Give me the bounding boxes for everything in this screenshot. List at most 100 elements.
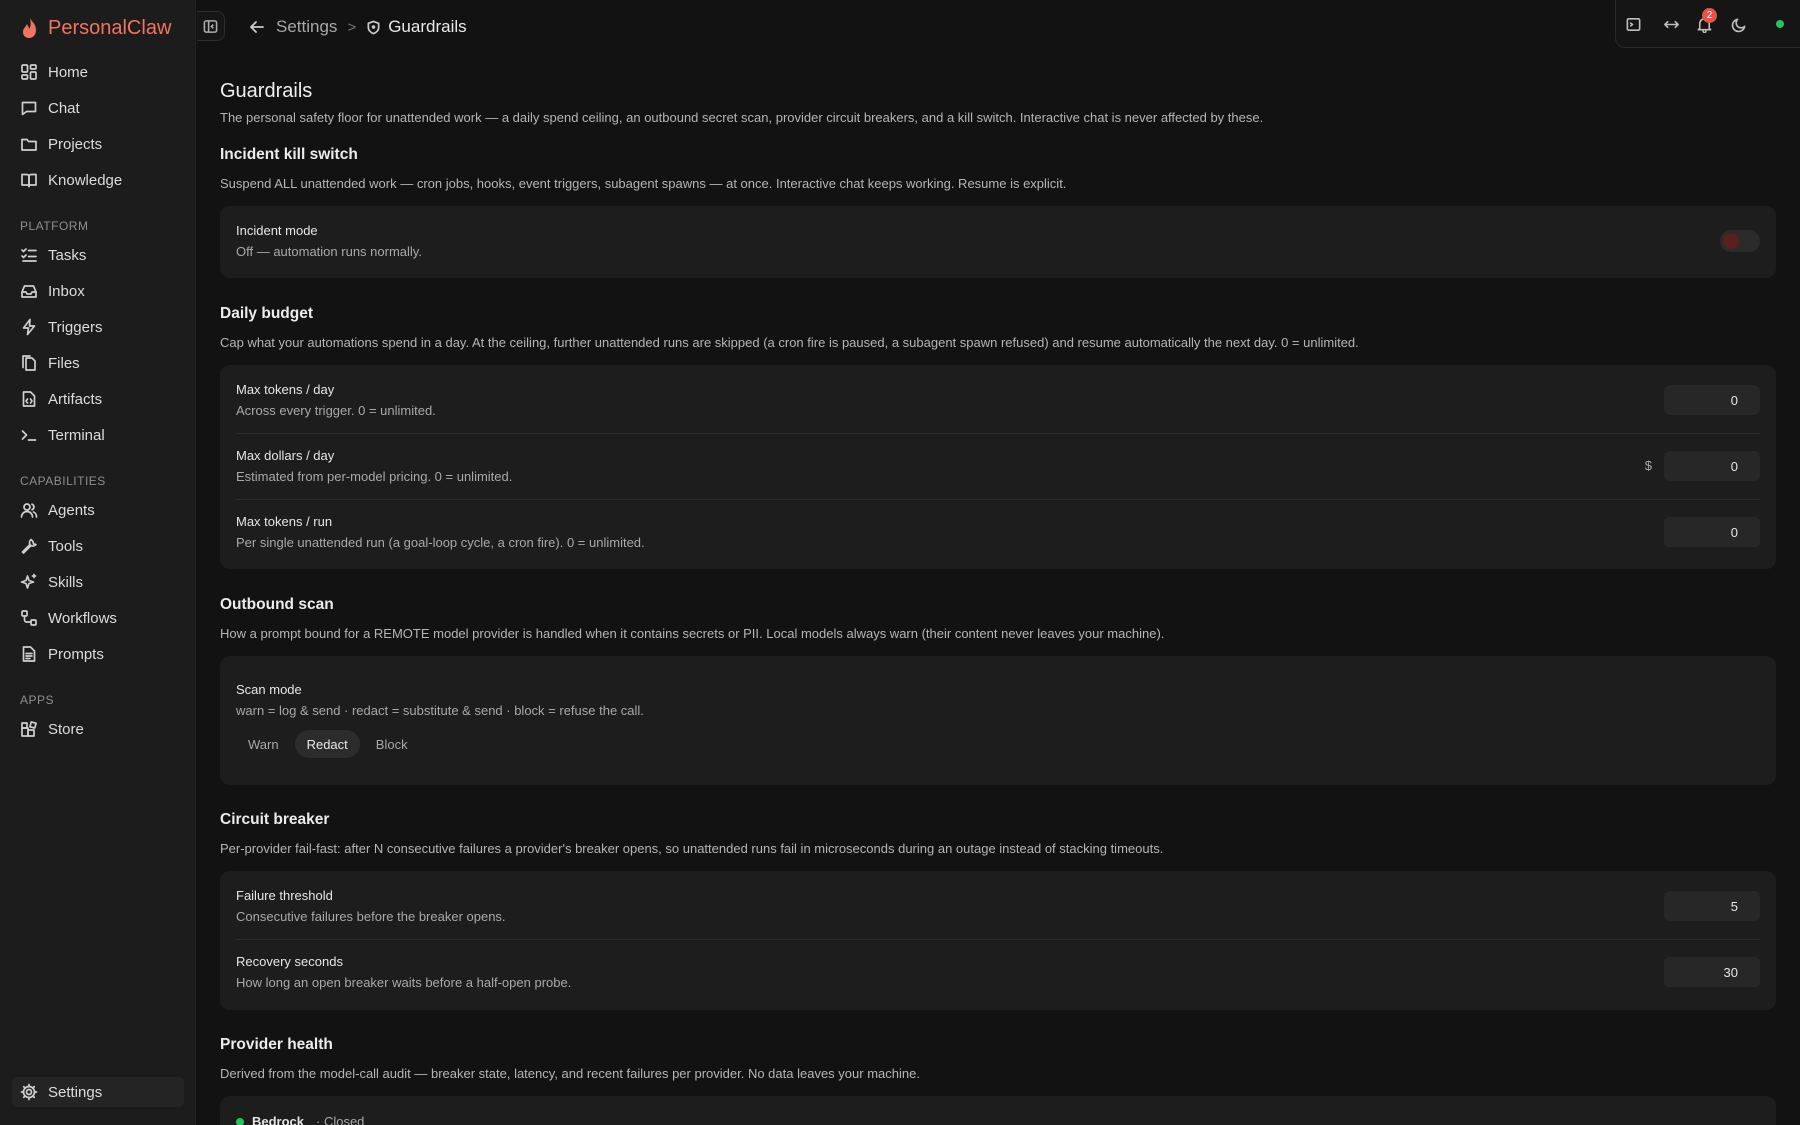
horizontal-arrows-icon <box>1663 20 1679 28</box>
sidebar-item-home[interactable]: Home <box>12 57 184 87</box>
breadcrumb-current: Guardrails <box>366 17 467 37</box>
failure-threshold-label: Failure threshold <box>236 888 333 903</box>
section-title-breaker: Circuit breaker <box>220 811 330 828</box>
theme-toggle-button[interactable] <box>1729 14 1749 34</box>
section-title-kill-switch: Incident kill switch <box>220 146 358 163</box>
provider-state: · Closed <box>316 1114 365 1125</box>
moon-icon <box>1731 18 1745 32</box>
sidebar-item-agents[interactable]: Agents <box>12 495 184 525</box>
sidebar-item-artifacts[interactable]: Artifacts <box>12 384 184 414</box>
recovery-seconds-input[interactable]: 30 <box>1664 957 1760 987</box>
toggle-knob <box>1723 233 1739 249</box>
gear-icon <box>20 1083 38 1101</box>
sidebar-item-label: Settings <box>48 1083 103 1101</box>
dollar-prefix: $ <box>1644 458 1652 473</box>
page-description: The personal safety floor for unattended… <box>220 110 1264 125</box>
sidebar-item-tasks[interactable]: Tasks <box>12 240 184 270</box>
incident-mode-toggle[interactable] <box>1720 230 1760 252</box>
row-divider <box>236 433 1760 434</box>
max-tokens-run-input[interactable]: 0 <box>1664 517 1760 547</box>
collapse-sidebar-button[interactable] <box>197 11 225 41</box>
sidebar-item-prompts[interactable]: Prompts <box>12 639 184 669</box>
sidebar-item-label: Tools <box>48 537 84 555</box>
sidebar-item-label: Workflows <box>48 609 117 627</box>
scan-mode-redact[interactable]: Redact <box>294 730 360 758</box>
sidebar-item-label: Skills <box>48 573 84 591</box>
users-icon <box>20 503 38 518</box>
page-title: Guardrails <box>220 80 313 102</box>
scan-mode-hint: warn = log & send · redact = substitute … <box>236 703 644 718</box>
section-desc-breaker: Per-provider fail-fast: after N consecut… <box>220 841 1164 856</box>
max-tokens-day-hint: Across every trigger. 0 = unlimited. <box>236 403 436 418</box>
sidebar-item-skills[interactable]: Skills <box>12 567 184 597</box>
artifact-icon <box>22 391 36 407</box>
sidebar-item-label: Triggers <box>48 318 103 336</box>
store-icon <box>21 721 37 737</box>
back-arrow-icon[interactable] <box>248 18 266 36</box>
section-title-budget: Daily budget <box>220 305 314 322</box>
sidebar-item-label: Agents <box>48 501 95 519</box>
row-divider <box>236 499 1760 500</box>
sidebar-collapse-icon <box>203 19 218 33</box>
provider-status-dot <box>236 1118 244 1125</box>
max-dollars-day-input[interactable]: 0 <box>1664 451 1760 481</box>
failure-threshold-input[interactable]: 5 <box>1664 891 1760 921</box>
book-icon <box>21 173 37 188</box>
chat-icon <box>21 101 37 116</box>
section-desc-budget: Cap what your automations spend in a day… <box>220 335 1359 350</box>
flame-logo-icon <box>23 18 36 38</box>
expand-width-button[interactable] <box>1661 14 1681 34</box>
sidebar-item-workflows[interactable]: Workflows <box>12 603 184 633</box>
terminal-panel-button[interactable] <box>1623 14 1643 34</box>
sidebar: PersonalClaw Home Chat Projects Knowledg… <box>0 0 196 1125</box>
sidebar-item-files[interactable]: Files <box>12 348 184 378</box>
max-dollars-day-hint: Estimated from per-model pricing. 0 = un… <box>236 469 513 484</box>
max-dollars-day-label: Max dollars / day <box>236 448 335 463</box>
shield-icon <box>367 20 380 34</box>
notification-count-badge: 2 <box>1702 8 1717 23</box>
section-title-outbound: Outbound scan <box>220 596 334 613</box>
sidebar-item-label: Tasks <box>48 246 87 264</box>
sidebar-item-label: Projects <box>48 135 103 153</box>
section-desc-kill-switch: Suspend ALL unattended work — cron jobs,… <box>220 176 1067 191</box>
max-tokens-run-hint: Per single unattended run (a goal-loop c… <box>236 535 645 550</box>
scan-mode-block[interactable]: Block <box>364 730 420 758</box>
sidebar-item-label: Inbox <box>48 282 85 300</box>
sidebar-item-label: Prompts <box>48 645 104 663</box>
sidebar-item-settings[interactable]: Settings <box>12 1077 184 1107</box>
sidebar-item-inbox[interactable]: Inbox <box>12 276 184 306</box>
row-divider <box>236 939 1760 940</box>
section-label-platform: PLATFORM <box>20 219 89 233</box>
sidebar-item-chat[interactable]: Chat <box>12 93 184 123</box>
brand-logo[interactable]: PersonalClaw <box>20 14 171 42</box>
section-label-capabilities: CAPABILITIES <box>20 474 106 488</box>
sidebar-item-label: Store <box>48 720 84 738</box>
max-tokens-day-input[interactable]: 0 <box>1664 385 1760 415</box>
incident-mode-status: Off — automation runs normally. <box>236 244 422 259</box>
lightning-icon <box>22 318 36 336</box>
document-icon <box>22 646 36 662</box>
breadcrumb: Settings > Guardrails <box>248 14 467 40</box>
sidebar-item-store[interactable]: Store <box>12 714 184 744</box>
scan-mode-segmented-control: Warn Redact Block <box>236 730 420 758</box>
sidebar-item-terminal[interactable]: Terminal <box>12 420 184 450</box>
recovery-seconds-hint: How long an open breaker waits before a … <box>236 975 572 990</box>
incident-mode-label: Incident mode <box>236 223 318 238</box>
kill-switch-card: Incident mode Off — automation runs norm… <box>220 206 1776 278</box>
section-desc-health: Derived from the model-call audit — brea… <box>220 1066 920 1081</box>
sidebar-item-triggers[interactable]: Triggers <box>12 312 184 342</box>
circuit-breaker-card: Failure threshold Consecutive failures b… <box>220 871 1776 1010</box>
scan-mode-label: Scan mode <box>236 682 302 697</box>
outbound-scan-card: Scan mode warn = log & send · redact = s… <box>220 656 1776 785</box>
sidebar-item-projects[interactable]: Projects <box>12 129 184 159</box>
sidebar-item-knowledge[interactable]: Knowledge <box>12 165 184 195</box>
sidebar-item-label: Home <box>48 63 89 81</box>
breadcrumb-separator: > <box>347 18 357 36</box>
sidebar-item-label: Knowledge <box>48 171 123 189</box>
breadcrumb-settings-link[interactable]: Settings <box>276 17 337 37</box>
sidebar-item-label: Artifacts <box>48 390 103 408</box>
scan-mode-warn[interactable]: Warn <box>236 730 291 758</box>
sidebar-item-tools[interactable]: Tools <box>12 531 184 561</box>
tasks-icon <box>21 248 37 262</box>
sparkles-icon <box>20 573 37 589</box>
